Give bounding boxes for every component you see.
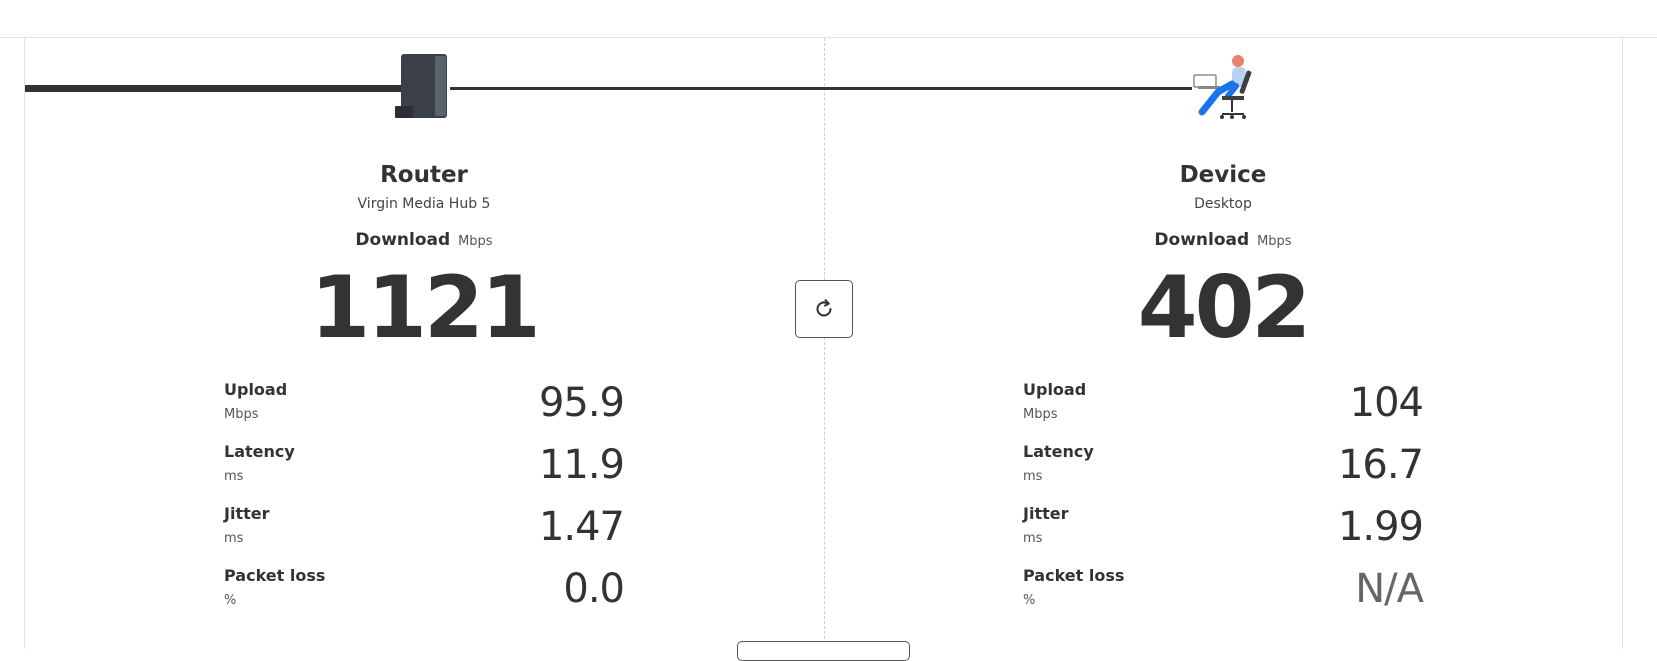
connection-line-wifi: [450, 87, 1192, 90]
metric-unit: ms: [1023, 469, 1043, 484]
router-model: Virgin Media Hub 5: [357, 196, 491, 212]
metric-value: 1.47: [538, 504, 625, 550]
metric-unit: Mbps: [224, 407, 259, 422]
metric-value: 16.7: [1337, 442, 1424, 488]
device-jitter-metric: Jitter ms 1.99: [1023, 504, 1424, 564]
download-unit: Mbps: [458, 234, 493, 249]
metric-label: Latency: [224, 442, 295, 461]
metric-label: Packet loss: [224, 566, 326, 585]
metric-unit: Mbps: [1023, 407, 1058, 422]
download-label: Download: [1154, 230, 1250, 250]
metric-label: Upload: [224, 380, 288, 399]
metric-unit: %: [224, 593, 237, 608]
router-jitter-metric: Jitter ms 1.47: [224, 504, 625, 564]
device-latency-metric: Latency ms 16.7: [1023, 442, 1424, 502]
metric-value: 104: [1349, 380, 1424, 426]
metric-label: Latency: [1023, 442, 1094, 461]
metric-value: 95.9: [538, 380, 625, 426]
device-title: Device: [1179, 162, 1267, 188]
router-title: Router: [380, 162, 468, 188]
download-label: Download: [355, 230, 451, 250]
refresh-icon: [816, 299, 832, 317]
metric-label: Jitter: [1023, 504, 1069, 523]
device-upload-metric: Upload Mbps 104: [1023, 380, 1424, 440]
router-icon: [395, 54, 455, 120]
refresh-button[interactable]: [795, 280, 853, 338]
metric-value: 0.0: [563, 566, 625, 612]
metric-value: 11.9: [538, 442, 625, 488]
metric-unit: %: [1023, 593, 1036, 608]
device-packet-loss-metric: Packet loss % N/A: [1023, 566, 1424, 626]
router-packet-loss-metric: Packet loss % 0.0: [224, 566, 625, 626]
metric-unit: ms: [1023, 531, 1043, 546]
router-upload-metric: Upload Mbps 95.9: [224, 380, 625, 440]
device-download-value: 402: [1137, 258, 1312, 358]
download-unit: Mbps: [1257, 234, 1292, 249]
connection-line-internet: [25, 85, 405, 92]
person-at-desk-icon: [1192, 52, 1256, 122]
metric-unit: ms: [224, 469, 244, 484]
metric-value: N/A: [1355, 566, 1424, 612]
metric-unit: ms: [224, 531, 244, 546]
metric-value: 1.99: [1337, 504, 1424, 550]
bottom-action-button[interactable]: [737, 641, 910, 661]
router-download-label: Download Mbps: [124, 230, 724, 250]
center-divider: [824, 38, 825, 649]
metric-label: Jitter: [224, 504, 270, 523]
device-type: Desktop: [1194, 196, 1252, 212]
top-bar: [0, 0, 1657, 38]
metric-label: Packet loss: [1023, 566, 1125, 585]
router-download-value: 1121: [310, 258, 540, 358]
metric-label: Upload: [1023, 380, 1087, 399]
device-download-label: Download Mbps: [923, 230, 1523, 250]
router-latency-metric: Latency ms 11.9: [224, 442, 625, 502]
